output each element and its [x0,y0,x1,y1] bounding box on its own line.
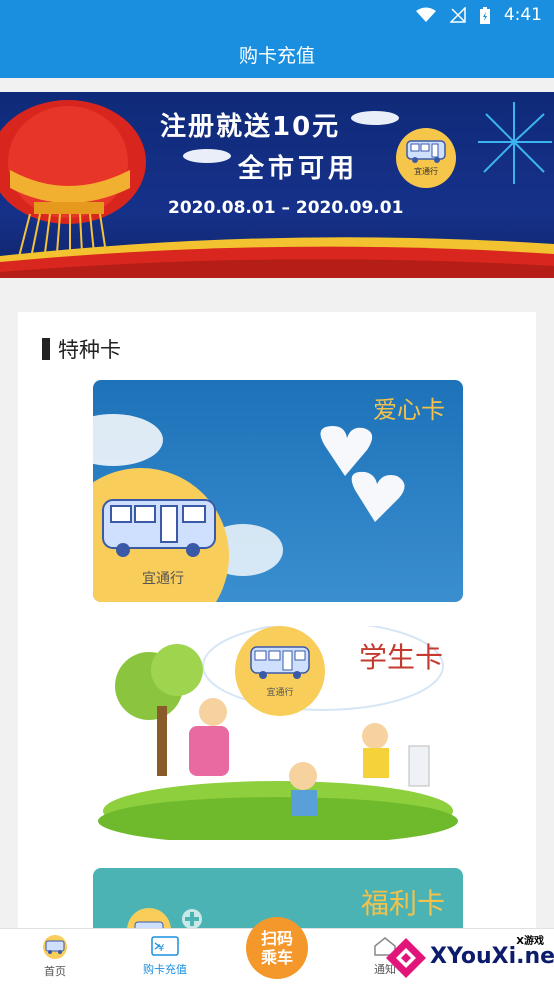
student-card-badge: 宜通行 [235,626,325,716]
page-title: 购卡充值 [238,44,315,67]
svg-text:¥: ¥ [158,943,164,954]
bus-icon [406,140,446,163]
medical-cross-icon [182,909,202,929]
tab-home[interactable]: 首页 [0,935,110,979]
scan-ride-label-1: 扫码 [260,929,293,948]
tab-recharge[interactable]: ¥ 购卡充值 [110,935,220,977]
section-marker [42,338,50,360]
wifi-icon [415,7,436,22]
watermark-big-text: XYouXi.net [430,944,554,969]
student-card-title: 学生卡 [358,641,443,674]
tab-recharge-label: 购卡充值 [143,963,187,976]
love-card-title: 爱心卡 [373,396,445,424]
battery-icon [479,6,490,24]
scan-ride-label-2: 乘车 [260,948,293,967]
cloud-icon [183,149,231,163]
app-bar: 购卡充值 [0,30,554,78]
status-bar: 4:41 [0,0,554,30]
watermark: X游戏 XYouXi.net [380,930,554,986]
card-recharge-icon: ¥ [151,936,179,956]
cloud-icon [351,111,399,125]
banner-dates: 2020.08.01 – 2020.09.01 [168,198,404,218]
banner-badge-text: 宜通行 [414,167,438,176]
section-title: 特种卡 [58,338,121,362]
scan-ride-button[interactable]: 扫码 乘车 [246,917,308,979]
tab-home-label: 首页 [44,965,66,978]
no-signal-icon [449,7,466,23]
section-header: 特种卡 [42,334,121,364]
bus-icon [43,935,67,959]
welfare-card-title: 福利卡 [360,887,445,920]
special-card-panel: 特种卡 爱心卡 宜通行 学生卡 宜通行 福利卡 [18,312,536,952]
status-time: 4:41 [503,5,542,25]
watermark-logo-icon [386,938,426,978]
banner-headline: 注册就送10元 [160,112,341,142]
student-card-badge-text: 宜通行 [266,687,294,698]
banner-badge: 宜通行 [396,128,456,188]
banner-stripes [0,237,554,278]
student-card[interactable]: 学生卡 宜通行 [93,626,463,840]
bus-icon [102,499,216,557]
love-card-badge-text: 宜通行 [142,571,184,587]
banner-subline: 全市可用 [238,154,359,184]
love-card[interactable]: 爱心卡 宜通行 [93,380,463,602]
promo-banner[interactable]: 注册就送10元 全市可用 2020.08.01 – 2020.09.01 宜通行 [0,92,554,278]
bus-icon [250,645,310,679]
